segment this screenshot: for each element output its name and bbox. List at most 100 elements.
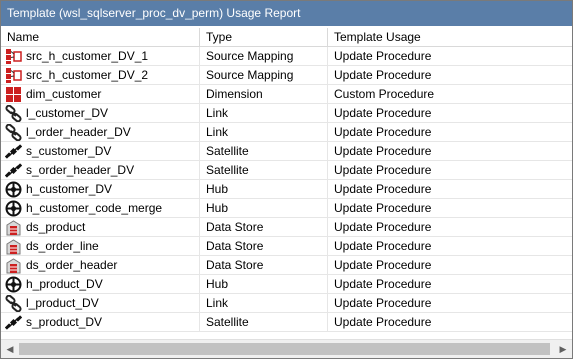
cell-type[interactable]: Data Store (200, 218, 328, 237)
table-row[interactable]: s_order_header_DV Satellite Update Procedu… (1, 161, 572, 180)
window-title[interactable]: Template (wsl_sqlserver_proc_dv_perm) Us… (1, 1, 572, 26)
cell-template-usage[interactable]: Update Procedure (328, 313, 572, 332)
table-row[interactable]: ds_order_header Data Store Update Procedur… (1, 256, 572, 275)
cell-template-usage[interactable]: Update Procedure (328, 275, 572, 294)
table-row[interactable]: h_product_DV Hub Update Procedure (1, 275, 572, 294)
cell-type[interactable]: Source Mapping (200, 66, 328, 85)
satellite-icon (5, 162, 22, 179)
cell-template-usage[interactable]: Update Procedure (328, 47, 572, 66)
table-row[interactable]: l_customer_DV Link Update Procedure (1, 104, 572, 123)
link-icon (5, 295, 22, 312)
cell-type[interactable]: Satellite (200, 313, 328, 332)
cell-type[interactable]: Data Store (200, 237, 328, 256)
cell-type[interactable]: Satellite (200, 142, 328, 161)
column-header-type[interactable]: Type (200, 28, 328, 46)
object-name: l_product_DV (26, 296, 99, 310)
report-window: Template (wsl_sqlserver_proc_dv_perm) Us… (0, 0, 573, 359)
cell-name[interactable]: ds_order_line (1, 237, 200, 256)
table-row[interactable]: ds_product Data Store Update Procedure (1, 218, 572, 237)
cell-name[interactable]: s_order_header_DV (1, 161, 200, 180)
cell-type[interactable]: Link (200, 294, 328, 313)
satellite-icon (5, 143, 22, 160)
cell-name[interactable]: s_customer_DV (1, 142, 200, 161)
object-name: l_order_header_DV (26, 125, 131, 139)
cell-name[interactable]: ds_order_header (1, 256, 200, 275)
cell-type[interactable]: Link (200, 123, 328, 142)
satellite-icon (5, 314, 22, 331)
cell-template-usage[interactable]: Update Procedure (328, 237, 572, 256)
cell-type[interactable]: Hub (200, 199, 328, 218)
table-row[interactable]: s_product_DV Satellite Update Procedure (1, 313, 572, 332)
object-name: src_h_customer_DV_1 (26, 49, 149, 63)
cell-template-usage[interactable]: Custom Procedure (328, 85, 572, 104)
cell-type[interactable]: Link (200, 104, 328, 123)
hub-icon (5, 181, 22, 198)
table-row[interactable]: ds_order_line Data Store Update Procedure (1, 237, 572, 256)
object-name: h_customer_DV (26, 182, 113, 196)
cell-name[interactable]: l_customer_DV (1, 104, 200, 123)
object-name: ds_order_header (26, 258, 118, 272)
cell-template-usage[interactable]: Update Procedure (328, 180, 572, 199)
table-row[interactable]: l_product_DV Link Update Procedure (1, 294, 572, 313)
object-name: ds_order_line (26, 239, 99, 253)
cell-name[interactable]: ds_product (1, 218, 200, 237)
hub-icon (5, 200, 22, 217)
cell-name[interactable]: s_product_DV (1, 313, 200, 332)
cell-name[interactable]: dim_customer (1, 85, 200, 104)
cell-name[interactable]: h_customer_DV (1, 180, 200, 199)
cell-type[interactable]: Satellite (200, 161, 328, 180)
table-row[interactable]: s_customer_DV Satellite Update Procedure (1, 142, 572, 161)
table-row[interactable]: dim_customer Dimension Custom Procedure (1, 85, 572, 104)
data-store-icon (5, 257, 22, 274)
object-name: s_order_header_DV (26, 163, 135, 177)
cell-template-usage[interactable]: Update Procedure (328, 104, 572, 123)
cell-template-usage[interactable]: Update Procedure (328, 123, 572, 142)
cell-name[interactable]: h_customer_code_merge (1, 199, 200, 218)
data-store-icon (5, 219, 22, 236)
table-row[interactable]: h_customer_DV Hub Update Procedure (1, 180, 572, 199)
scroll-right-icon[interactable]: ▶ (554, 340, 572, 358)
cell-name[interactable]: src_h_customer_DV_1 (1, 47, 200, 66)
horizontal-scrollbar[interactable]: ◀ ▶ (1, 339, 572, 358)
object-name: dim_customer (26, 87, 102, 101)
cell-template-usage[interactable]: Update Procedure (328, 256, 572, 275)
table-row[interactable]: h_customer_code_merge Hub Update Procedure (1, 199, 572, 218)
cell-type[interactable]: Dimension (200, 85, 328, 104)
scroll-thumb[interactable] (19, 343, 550, 355)
link-icon (5, 124, 22, 141)
scroll-left-icon[interactable]: ◀ (1, 340, 19, 358)
cell-template-usage[interactable]: Update Procedure (328, 66, 572, 85)
cell-template-usage[interactable]: Update Procedure (328, 218, 572, 237)
grid-header: Name Type Template Usage (1, 28, 572, 47)
source-mapping-icon (5, 67, 22, 84)
object-name: s_customer_DV (26, 144, 112, 158)
usage-grid[interactable]: Name Type Template Usage src_h_customer_… (1, 26, 572, 339)
source-mapping-icon (5, 48, 22, 65)
object-name: src_h_customer_DV_2 (26, 68, 149, 82)
table-row[interactable]: src_h_customer_DV_1 Source Mapping Update … (1, 47, 572, 66)
object-name: ds_product (26, 220, 86, 234)
data-store-icon (5, 238, 22, 255)
table-row[interactable]: l_order_header_DV Link Update Procedure (1, 123, 572, 142)
cell-template-usage[interactable]: Update Procedure (328, 142, 572, 161)
cell-type[interactable]: Data Store (200, 256, 328, 275)
cell-template-usage[interactable]: Update Procedure (328, 161, 572, 180)
column-header-usage[interactable]: Template Usage (328, 28, 572, 46)
object-name: l_customer_DV (26, 106, 109, 120)
cell-name[interactable]: l_order_header_DV (1, 123, 200, 142)
object-name: h_customer_code_merge (26, 201, 163, 215)
cell-type[interactable]: Hub (200, 275, 328, 294)
link-icon (5, 105, 22, 122)
object-name: h_product_DV (26, 277, 103, 291)
cell-name[interactable]: src_h_customer_DV_2 (1, 66, 200, 85)
column-header-name[interactable]: Name (1, 28, 200, 46)
table-row[interactable]: src_h_customer_DV_2 Source Mapping Update … (1, 66, 572, 85)
dimension-icon (5, 86, 22, 103)
cell-name[interactable]: h_product_DV (1, 275, 200, 294)
cell-name[interactable]: l_product_DV (1, 294, 200, 313)
cell-type[interactable]: Source Mapping (200, 47, 328, 66)
cell-template-usage[interactable]: Update Procedure (328, 199, 572, 218)
cell-template-usage[interactable]: Update Procedure (328, 294, 572, 313)
cell-type[interactable]: Hub (200, 180, 328, 199)
object-name: s_product_DV (26, 315, 103, 329)
